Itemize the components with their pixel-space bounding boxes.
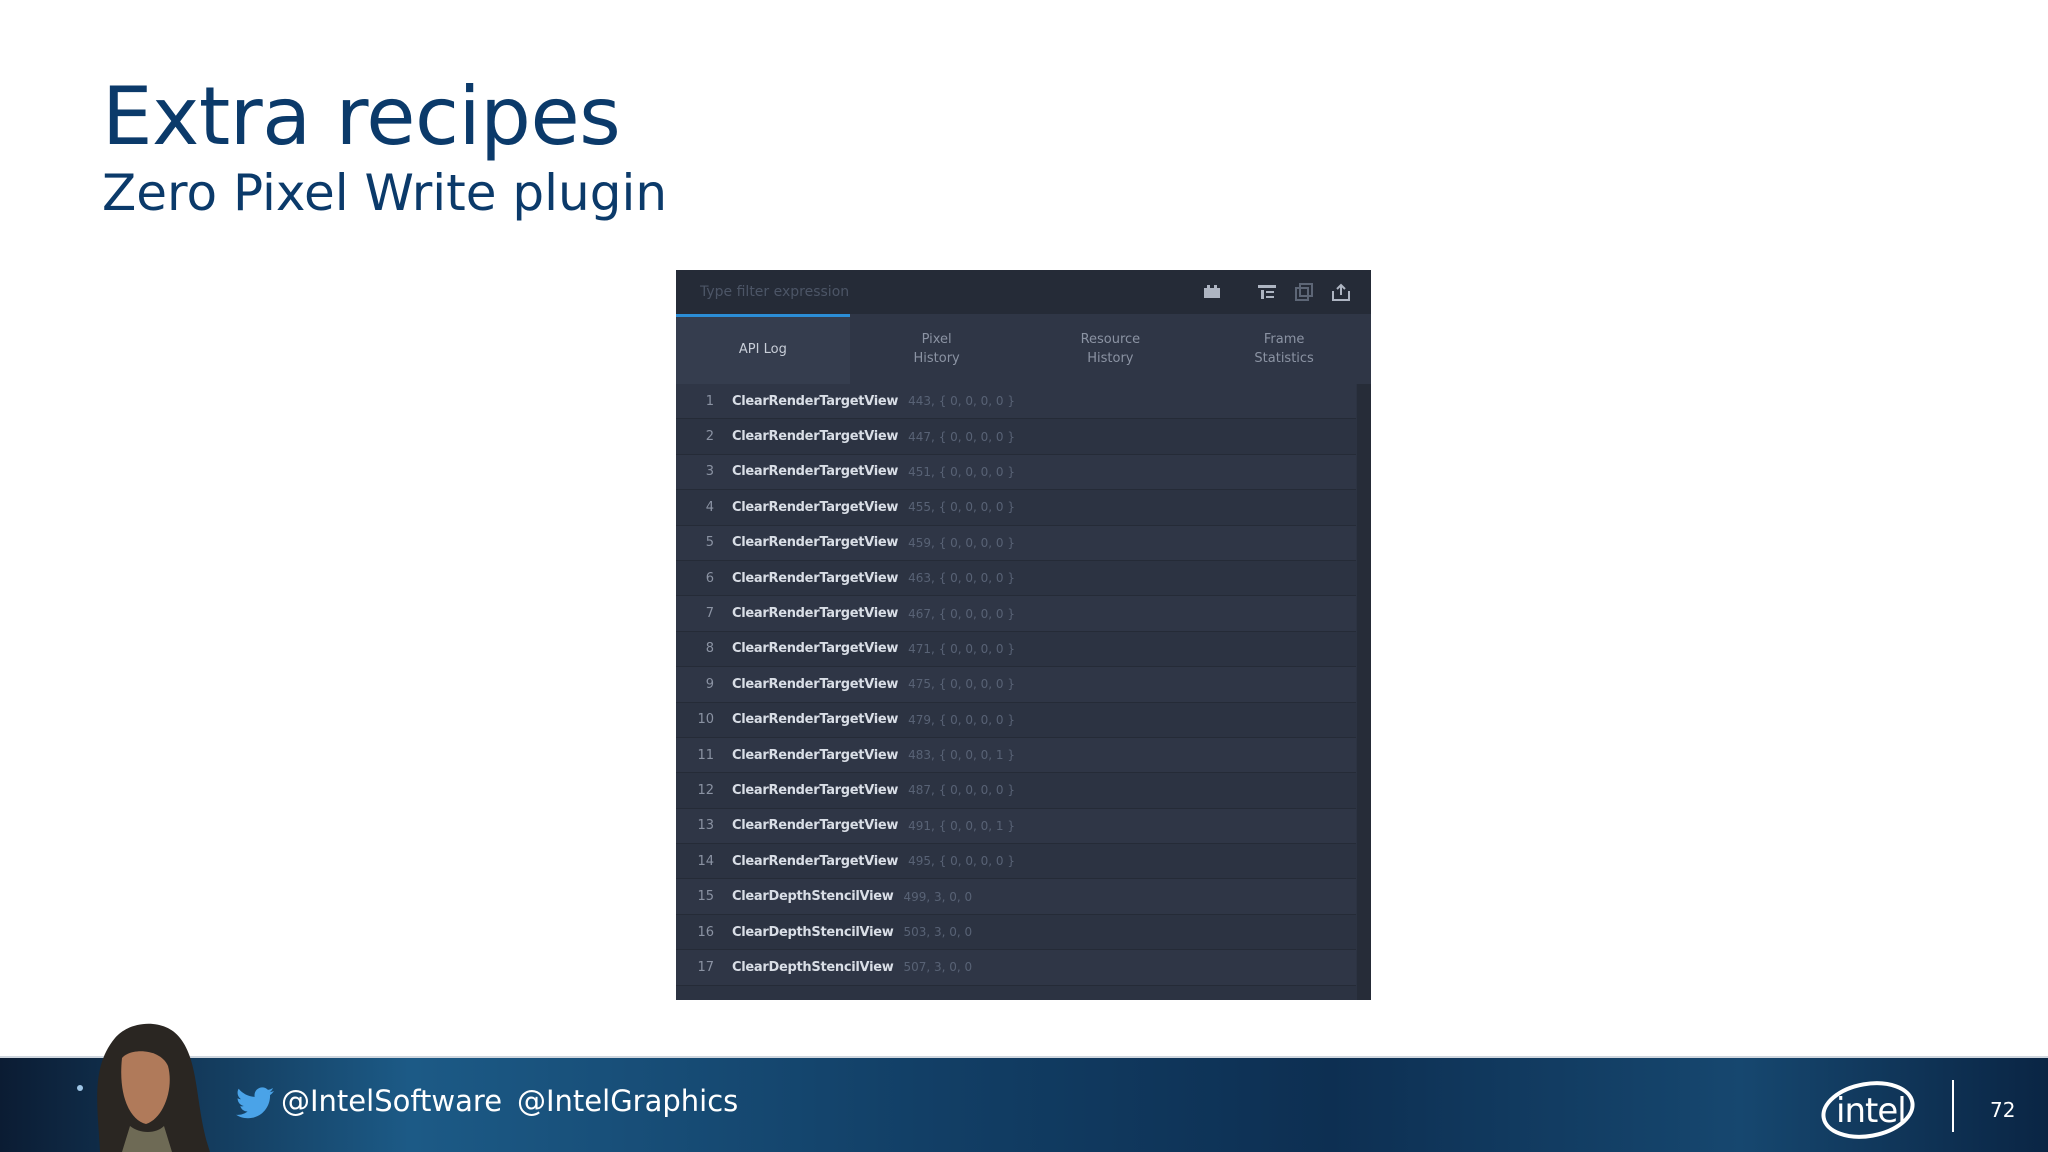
row-index: 17 xyxy=(697,959,714,975)
api-call-name: ClearRenderTargetView xyxy=(732,676,899,692)
api-call-args: 443, { 0, 0, 0, 0 } xyxy=(908,394,1016,409)
api-call-name: ClearRenderTargetView xyxy=(732,712,899,728)
api-call-args: 475, { 0, 0, 0, 0 } xyxy=(908,677,1016,692)
api-call-args: 447, { 0, 0, 0, 0 } xyxy=(908,429,1016,444)
api-call-args: 507, 3, 0, 0 xyxy=(903,960,973,975)
filter-input[interactable] xyxy=(676,270,1176,314)
api-call-row[interactable]: 15 ClearDepthStencilView 499, 3, 0, 0 xyxy=(676,879,1356,915)
row-index: 9 xyxy=(705,676,714,692)
api-call-name: ClearDepthStencilView xyxy=(732,889,894,905)
api-call-args: 483, { 0, 0, 0, 1 } xyxy=(908,748,1016,763)
api-call-row[interactable]: 12 ClearRenderTargetView 487, { 0, 0, 0, 0… xyxy=(676,773,1356,809)
api-call-row[interactable]: 8 ClearRenderTargetView 471, { 0, 0, 0, 0 … xyxy=(676,631,1356,668)
api-call-row[interactable]: 2 ClearRenderTargetView 447, { 0, 0, 0, 0 … xyxy=(676,419,1356,455)
api-call-name: ClearRenderTargetView xyxy=(732,747,899,763)
export-icon[interactable] xyxy=(1330,281,1352,303)
filter-tree-icon[interactable] xyxy=(1256,281,1278,303)
api-call-row[interactable]: 5 ClearRenderTargetView 459, { 0, 0, 0, 0 … xyxy=(676,525,1356,561)
api-call-row[interactable]: 4 ClearRenderTargetView 455, { 0, 0, 0, 0 … xyxy=(676,490,1356,526)
row-index: 11 xyxy=(697,747,714,763)
slide-title: Extra recipes xyxy=(102,70,621,163)
tab-label: Pixel History xyxy=(913,332,960,366)
api-call-args: 503, 3, 0, 0 xyxy=(903,925,973,940)
api-call-args: 451, { 0, 0, 0, 0 } xyxy=(908,464,1016,479)
filter-toolbar xyxy=(676,270,1371,314)
tab-label: Frame Statistics xyxy=(1254,332,1314,366)
api-call-args: 467, { 0, 0, 0, 0 } xyxy=(908,606,1016,621)
api-call-args: 487, { 0, 0, 0, 0 } xyxy=(908,783,1016,798)
tab-frame-statistics[interactable]: Frame Statistics xyxy=(1197,314,1371,384)
api-call-row[interactable]: 9 ClearRenderTargetView 475, { 0, 0, 0, 0 … xyxy=(676,667,1356,703)
intel-logo: intel xyxy=(1821,1081,1915,1139)
slide-subtitle: Zero Pixel Write plugin xyxy=(102,164,668,222)
row-index: 3 xyxy=(705,464,714,480)
api-call-row[interactable]: 11 ClearRenderTargetView 483, { 0, 0, 0, 1… xyxy=(676,737,1356,774)
row-index: 2 xyxy=(705,429,714,445)
tab-label: Resource History xyxy=(1080,332,1141,366)
row-index: 8 xyxy=(705,641,714,657)
api-call-args: 471, { 0, 0, 0, 0 } xyxy=(908,641,1016,656)
api-call-args: 479, { 0, 0, 0, 0 } xyxy=(908,712,1016,727)
twitter-handle-intelsoftware[interactable]: @IntelSoftware xyxy=(281,1084,502,1118)
api-call-row[interactable]: 13 ClearRenderTargetView 491, { 0, 0, 0, 1… xyxy=(676,808,1356,845)
row-index: 5 xyxy=(705,535,714,551)
api-call-args: 455, { 0, 0, 0, 0 } xyxy=(908,500,1016,515)
api-call-name: ClearRenderTargetView xyxy=(732,429,899,445)
api-call-row[interactable]: 17 ClearDepthStencilView 507, 3, 0, 0 xyxy=(676,950,1356,986)
row-index: 13 xyxy=(697,818,714,834)
twitter-handle-intelgraphics[interactable]: @IntelGraphics xyxy=(517,1084,738,1118)
row-index: 10 xyxy=(697,712,714,728)
tab-api-log[interactable]: API Log xyxy=(676,314,850,384)
api-call-args: 495, { 0, 0, 0, 0 } xyxy=(908,854,1016,869)
row-index: 6 xyxy=(705,570,714,586)
api-call-row[interactable]: 14 ClearRenderTargetView 495, { 0, 0, 0, 0… xyxy=(676,844,1356,880)
api-call-name: ClearRenderTargetView xyxy=(732,464,899,480)
api-call-args: 459, { 0, 0, 0, 0 } xyxy=(908,535,1016,550)
api-call-name: ClearRenderTargetView xyxy=(732,853,899,869)
panel-tabs: API Log Pixel History Resource History F… xyxy=(676,314,1371,384)
row-index: 7 xyxy=(705,606,714,622)
api-call-row[interactable]: 6 ClearRenderTargetView 463, { 0, 0, 0, 0 … xyxy=(676,560,1356,597)
toggle-icon[interactable] xyxy=(1201,281,1223,303)
svg-text:intel: intel xyxy=(1836,1091,1906,1131)
character-illustration xyxy=(77,1023,210,1152)
api-log-panel: API Log Pixel History Resource History F… xyxy=(676,270,1371,1000)
row-index: 4 xyxy=(705,499,714,515)
api-call-name: ClearRenderTargetView xyxy=(732,393,899,409)
row-index: 16 xyxy=(697,924,714,940)
api-call-name: ClearRenderTargetView xyxy=(732,499,899,515)
tab-resource-history[interactable]: Resource History xyxy=(1024,314,1198,384)
footer-divider xyxy=(1952,1080,1954,1132)
api-call-name: ClearRenderTargetView xyxy=(732,606,899,622)
api-call-name: ClearDepthStencilView xyxy=(732,924,894,940)
api-call-row[interactable]: 7 ClearRenderTargetView 467, { 0, 0, 0, 0 … xyxy=(676,596,1356,632)
api-call-row[interactable]: 16 ClearDepthStencilView 503, 3, 0, 0 xyxy=(676,914,1356,951)
api-call-name: ClearRenderTargetView xyxy=(732,818,899,834)
row-index: 12 xyxy=(697,782,714,798)
api-call-name: ClearRenderTargetView xyxy=(732,570,899,586)
row-index: 15 xyxy=(697,889,714,905)
tab-pixel-history[interactable]: Pixel History xyxy=(850,314,1024,384)
copy-icon[interactable] xyxy=(1293,281,1315,303)
api-call-name: ClearRenderTargetView xyxy=(732,641,899,657)
vertical-scrollbar[interactable] xyxy=(1357,384,1371,1000)
api-call-name: ClearRenderTargetView xyxy=(732,782,899,798)
api-call-args: 463, { 0, 0, 0, 0 } xyxy=(908,571,1016,586)
row-index: 1 xyxy=(705,393,714,409)
tab-label: API Log xyxy=(738,341,787,357)
api-call-list: 1 ClearRenderTargetView 443, { 0, 0, 0, 0 … xyxy=(676,384,1356,986)
api-call-row[interactable]: 1 ClearRenderTargetView 443, { 0, 0, 0, 0 … xyxy=(676,384,1356,420)
api-call-row[interactable]: 3 ClearRenderTargetView 451, { 0, 0, 0, 0 … xyxy=(676,454,1356,491)
page-number: 72 xyxy=(1990,1098,2016,1122)
api-call-name: ClearDepthStencilView xyxy=(732,959,894,975)
api-call-name: ClearRenderTargetView xyxy=(732,535,899,551)
row-index: 14 xyxy=(697,853,714,869)
api-call-args: 499, 3, 0, 0 xyxy=(903,889,973,904)
api-call-row[interactable]: 10 ClearRenderTargetView 479, { 0, 0, 0, 0… xyxy=(676,702,1356,738)
twitter-bird-icon xyxy=(236,1087,274,1119)
api-call-args: 491, { 0, 0, 0, 1 } xyxy=(908,818,1016,833)
